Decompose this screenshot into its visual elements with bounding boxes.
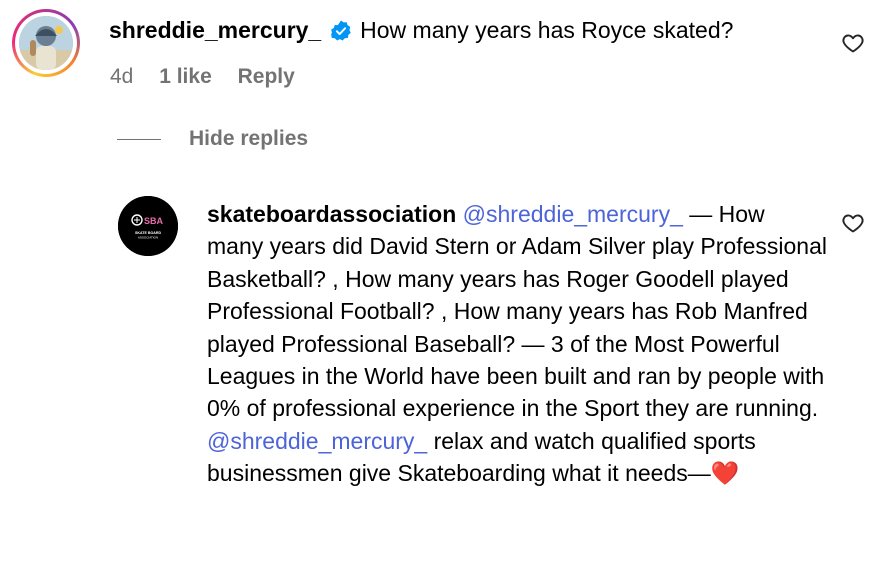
comment-time[interactable]: 4d — [110, 65, 133, 88]
commenter-avatar[interactable] — [12, 9, 80, 77]
comment-line: shreddie_mercury_ How many years has Roy… — [109, 17, 733, 47]
reply-avatar[interactable]: SBA SKATE BOARD ASSOCIATION — [118, 196, 178, 256]
mention-link[interactable]: @shreddie_mercury_ — [463, 201, 683, 227]
reply-button[interactable]: Reply — [238, 65, 295, 88]
comment-username[interactable]: shreddie_mercury_ — [109, 17, 321, 43]
heart-outline-icon — [842, 34, 864, 53]
comment-likes[interactable]: 1 like — [159, 65, 212, 88]
reply-text-segment: — How many years did David Stern or Adam… — [207, 201, 828, 422]
reply-username[interactable]: skateboardassociation — [207, 201, 456, 227]
reply-body: skateboardassociation @shreddie_mercury_… — [207, 198, 827, 490]
sba-logo-icon: SBA SKATE BOARD ASSOCIATION — [118, 196, 178, 256]
reply-text: @shreddie_mercury_ — How many years did … — [207, 201, 827, 486]
sba-logo-text: SBA — [144, 216, 164, 226]
hide-replies-button[interactable]: Hide replies — [189, 127, 308, 151]
svg-text:SKATE BOARD: SKATE BOARD — [135, 231, 161, 235]
heart-emoji-icon: ❤️ — [710, 460, 740, 487]
svg-text:ASSOCIATION: ASSOCIATION — [138, 236, 158, 240]
verified-badge-icon — [330, 20, 352, 47]
comment-meta: 4d 1 like Reply — [110, 65, 295, 89]
profile-photo — [19, 16, 73, 70]
comment-text: How many years has Royce skated? — [360, 17, 734, 43]
mention-link[interactable]: @shreddie_mercury_ — [207, 428, 427, 454]
heart-outline-icon — [842, 214, 864, 233]
hide-replies-line — [117, 139, 161, 140]
reply-like-button[interactable] — [841, 211, 865, 240]
comment-like-button[interactable] — [841, 31, 865, 60]
